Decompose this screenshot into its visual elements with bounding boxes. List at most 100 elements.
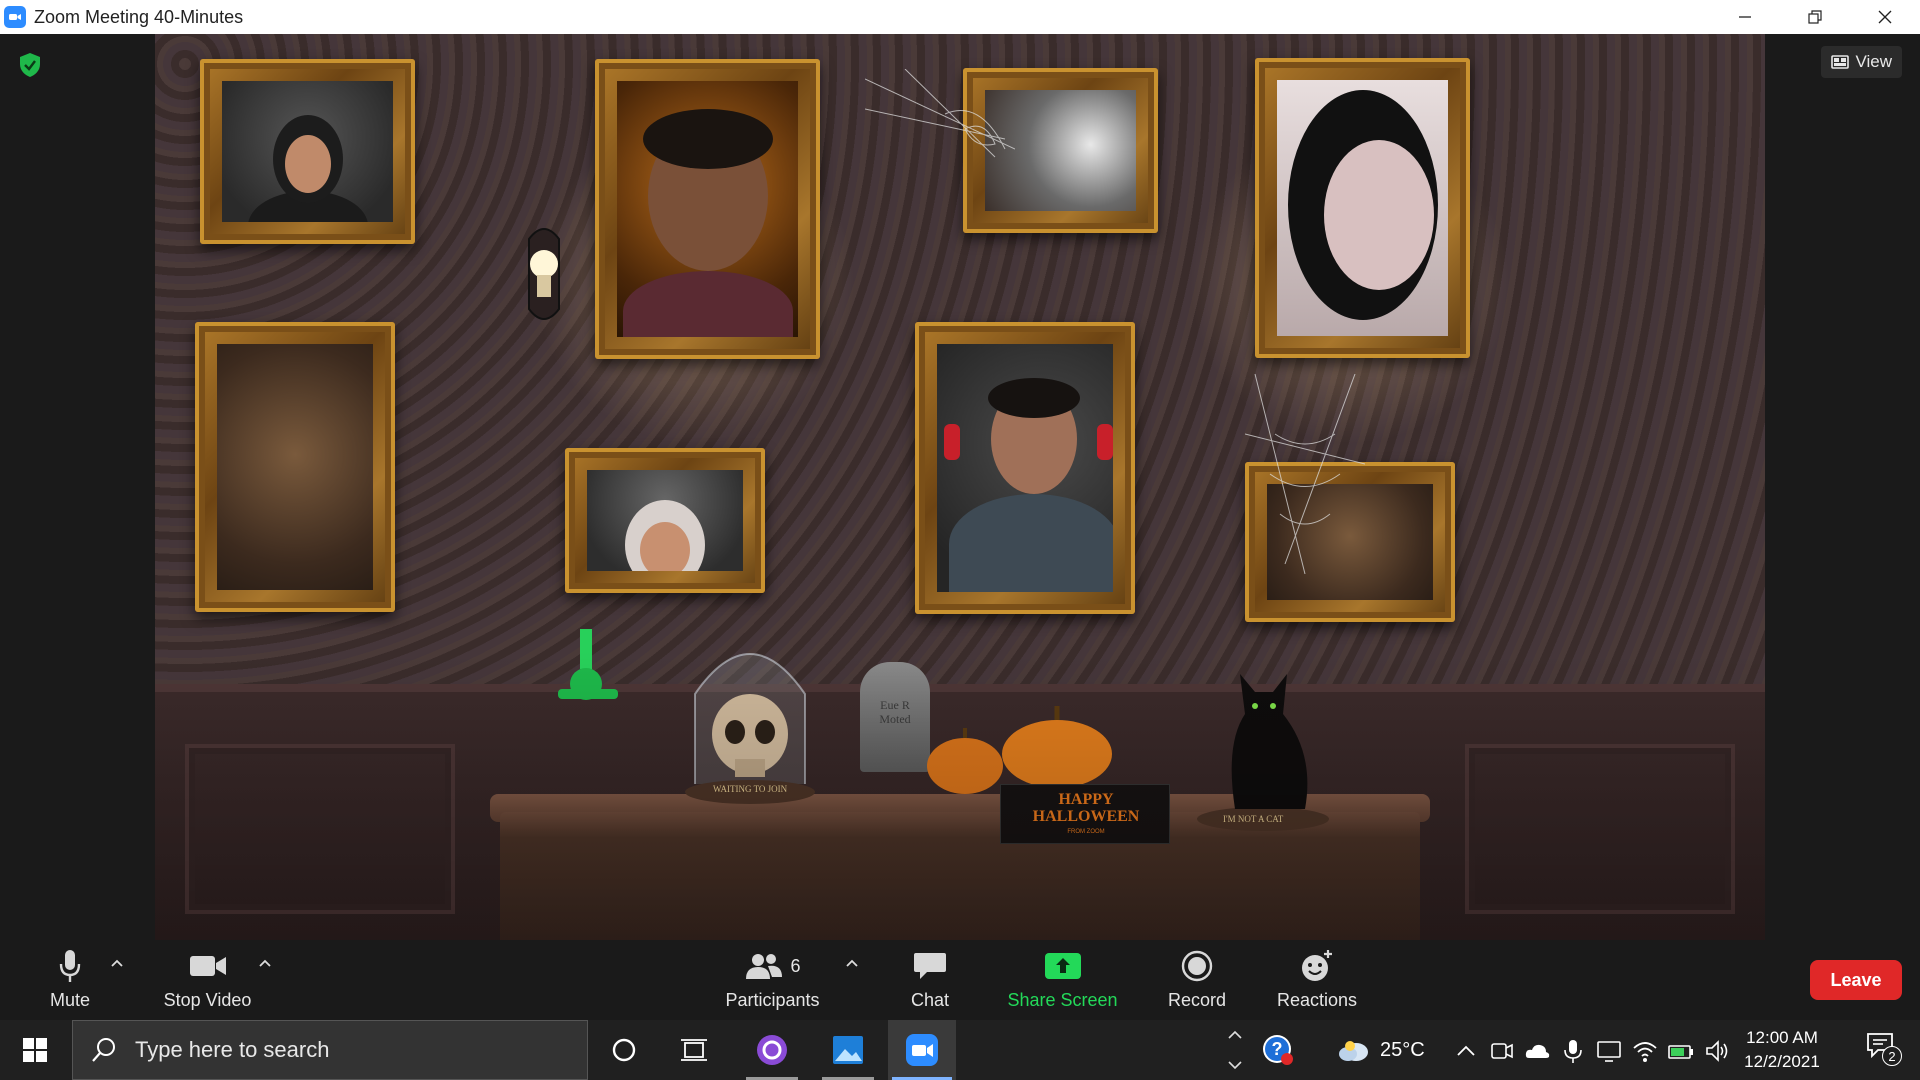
microphone-icon: [59, 950, 81, 982]
participants-button[interactable]: 6 Participants: [720, 948, 825, 1014]
participant-silhouette: [590, 500, 740, 571]
participant-count: 6: [790, 955, 801, 976]
restore-button[interactable]: [1780, 0, 1850, 34]
emoji-reaction-icon: [1302, 950, 1332, 981]
tombstone: Eue R Moted: [860, 662, 930, 772]
notification-count-badge: 2: [1882, 1046, 1902, 1066]
view-button[interactable]: View: [1821, 46, 1902, 78]
weather-temperature: 25°C: [1380, 1038, 1425, 1061]
taskbar-search-box[interactable]: Type here to search: [72, 1020, 588, 1080]
window-title: Zoom Meeting 40-Minutes: [34, 6, 244, 27]
participants-label: Participants: [725, 990, 820, 1010]
participant-video: [1277, 80, 1448, 336]
microphone-in-use-icon[interactable]: [1560, 1038, 1586, 1064]
mute-label: Mute: [49, 990, 91, 1010]
github-desktop-taskbar-app[interactable]: [738, 1020, 806, 1080]
participant-silhouette: [1283, 90, 1443, 330]
record-icon: [1181, 950, 1213, 982]
record-label: Record: [1167, 990, 1227, 1010]
video-tile-participant-1[interactable]: [200, 59, 415, 244]
mute-button[interactable]: Mute: [30, 948, 110, 1014]
chevron-up-icon: [1228, 1030, 1242, 1039]
wifi-icon[interactable]: [1632, 1038, 1658, 1064]
record-button[interactable]: Record: [1160, 948, 1234, 1014]
chevron-down-icon: [1228, 1061, 1242, 1070]
participant-video: [587, 470, 743, 571]
minimize-icon: [1739, 16, 1751, 18]
participant-video: [617, 81, 798, 337]
clock-date: 12/2/2021: [1744, 1052, 1820, 1071]
wall-lamp-icon: [528, 228, 560, 320]
photos-taskbar-app[interactable]: [814, 1020, 882, 1080]
cat-plaque-text: I'M NOT A CAT: [1223, 814, 1284, 824]
zoom-app-icon: [4, 6, 26, 28]
video-tile-participant-4[interactable]: [1255, 58, 1470, 358]
reactions-label: Reactions: [1276, 990, 1358, 1010]
battery-charging-icon[interactable]: [1668, 1038, 1694, 1064]
participant-silhouette: [622, 101, 793, 337]
zoom-icon: [906, 1034, 938, 1066]
share-screen-label: Share Screen: [1007, 990, 1118, 1010]
happy-halloween-sign: HAPPY HALLOWEEN FROM ZOOM: [1000, 784, 1170, 844]
cortana-circle-icon: [612, 1038, 636, 1062]
chat-bubble-icon: [914, 953, 946, 979]
reactions-button[interactable]: Reactions: [1272, 948, 1362, 1014]
windows-logo-icon: [23, 1038, 47, 1062]
start-button[interactable]: [0, 1020, 70, 1080]
skull-icon: [685, 653, 815, 804]
cortana-button[interactable]: [590, 1020, 658, 1080]
zoom-taskbar-app[interactable]: [888, 1020, 956, 1080]
cobweb-icon: [1245, 374, 1365, 574]
small-pumpkin-icon: [927, 728, 1003, 794]
close-icon: [1878, 10, 1892, 24]
participants-options-chevron-up-icon[interactable]: [843, 954, 861, 972]
encryption-shield-icon[interactable]: [18, 52, 42, 78]
minimize-button[interactable]: [1710, 0, 1780, 34]
display-icon[interactable]: [1596, 1038, 1622, 1064]
onedrive-cloud-icon[interactable]: [1524, 1038, 1550, 1064]
sign-line-2: HALLOWEEN: [1032, 808, 1140, 825]
svg-text:?: ?: [1272, 1039, 1283, 1059]
black-cat: I'M NOT A CAT: [1195, 654, 1335, 834]
github-icon: [757, 1035, 787, 1065]
clock[interactable]: 12:00 AM 12/2/2021: [1732, 1026, 1832, 1074]
stop-video-button[interactable]: Stop Video: [150, 948, 265, 1014]
close-button[interactable]: [1850, 0, 1920, 34]
chat-label: Chat: [910, 990, 950, 1010]
restore-icon: [1808, 10, 1822, 24]
video-tile-participant-5[interactable]: [565, 448, 765, 593]
participant-video: [222, 81, 393, 222]
volume-icon[interactable]: [1704, 1038, 1730, 1064]
task-view-button[interactable]: [660, 1020, 728, 1080]
share-screen-button[interactable]: Share Screen: [1000, 948, 1125, 1014]
show-hidden-icons-chevron-icon[interactable]: [1453, 1038, 1479, 1064]
wall-panel: [185, 744, 455, 914]
audio-options-chevron-up-icon[interactable]: [108, 954, 126, 972]
notification-center-button[interactable]: 2: [1866, 1032, 1906, 1068]
dome-plaque-text: WAITING TO JOIN: [713, 784, 788, 794]
windows-taskbar: Type here to search ? 25°C 12:00 AM 12/2…: [0, 1020, 1920, 1080]
view-label: View: [1855, 52, 1892, 71]
meet-now-icon[interactable]: [1489, 1038, 1515, 1064]
video-tile-participant-6[interactable]: [915, 322, 1135, 614]
weather-widget[interactable]: 25°C: [1338, 1032, 1425, 1068]
participant-silhouette: [944, 364, 1113, 592]
meeting-toolbar: Mute Stop Video 6 Participants Chat Shar…: [0, 940, 1920, 1020]
cobweb-icon: [865, 69, 1015, 158]
chat-button[interactable]: Chat: [900, 948, 960, 1014]
stop-video-label: Stop Video: [163, 990, 252, 1010]
cloudy-weather-icon: [1339, 1041, 1368, 1061]
leave-button[interactable]: Leave: [1810, 960, 1902, 1000]
video-tile-participant-2[interactable]: [595, 59, 820, 359]
help-question-icon: ?: [1263, 1035, 1293, 1065]
pumpkin-icon: [1002, 706, 1112, 788]
help-app[interactable]: ?: [1246, 1020, 1310, 1080]
virtual-background-stage: WAITING TO JOIN Eue R Moted HAPPY HALLOW…: [155, 34, 1765, 940]
grid-view-icon: [1831, 55, 1850, 69]
participant-video: [937, 344, 1113, 592]
video-options-chevron-up-icon[interactable]: [256, 954, 274, 972]
participant-silhouette: [247, 101, 368, 222]
taskbar-scroll-arrows[interactable]: [1222, 1020, 1248, 1080]
clock-time: 12:00 AM: [1746, 1028, 1818, 1047]
cat-icon: [1197, 674, 1329, 831]
